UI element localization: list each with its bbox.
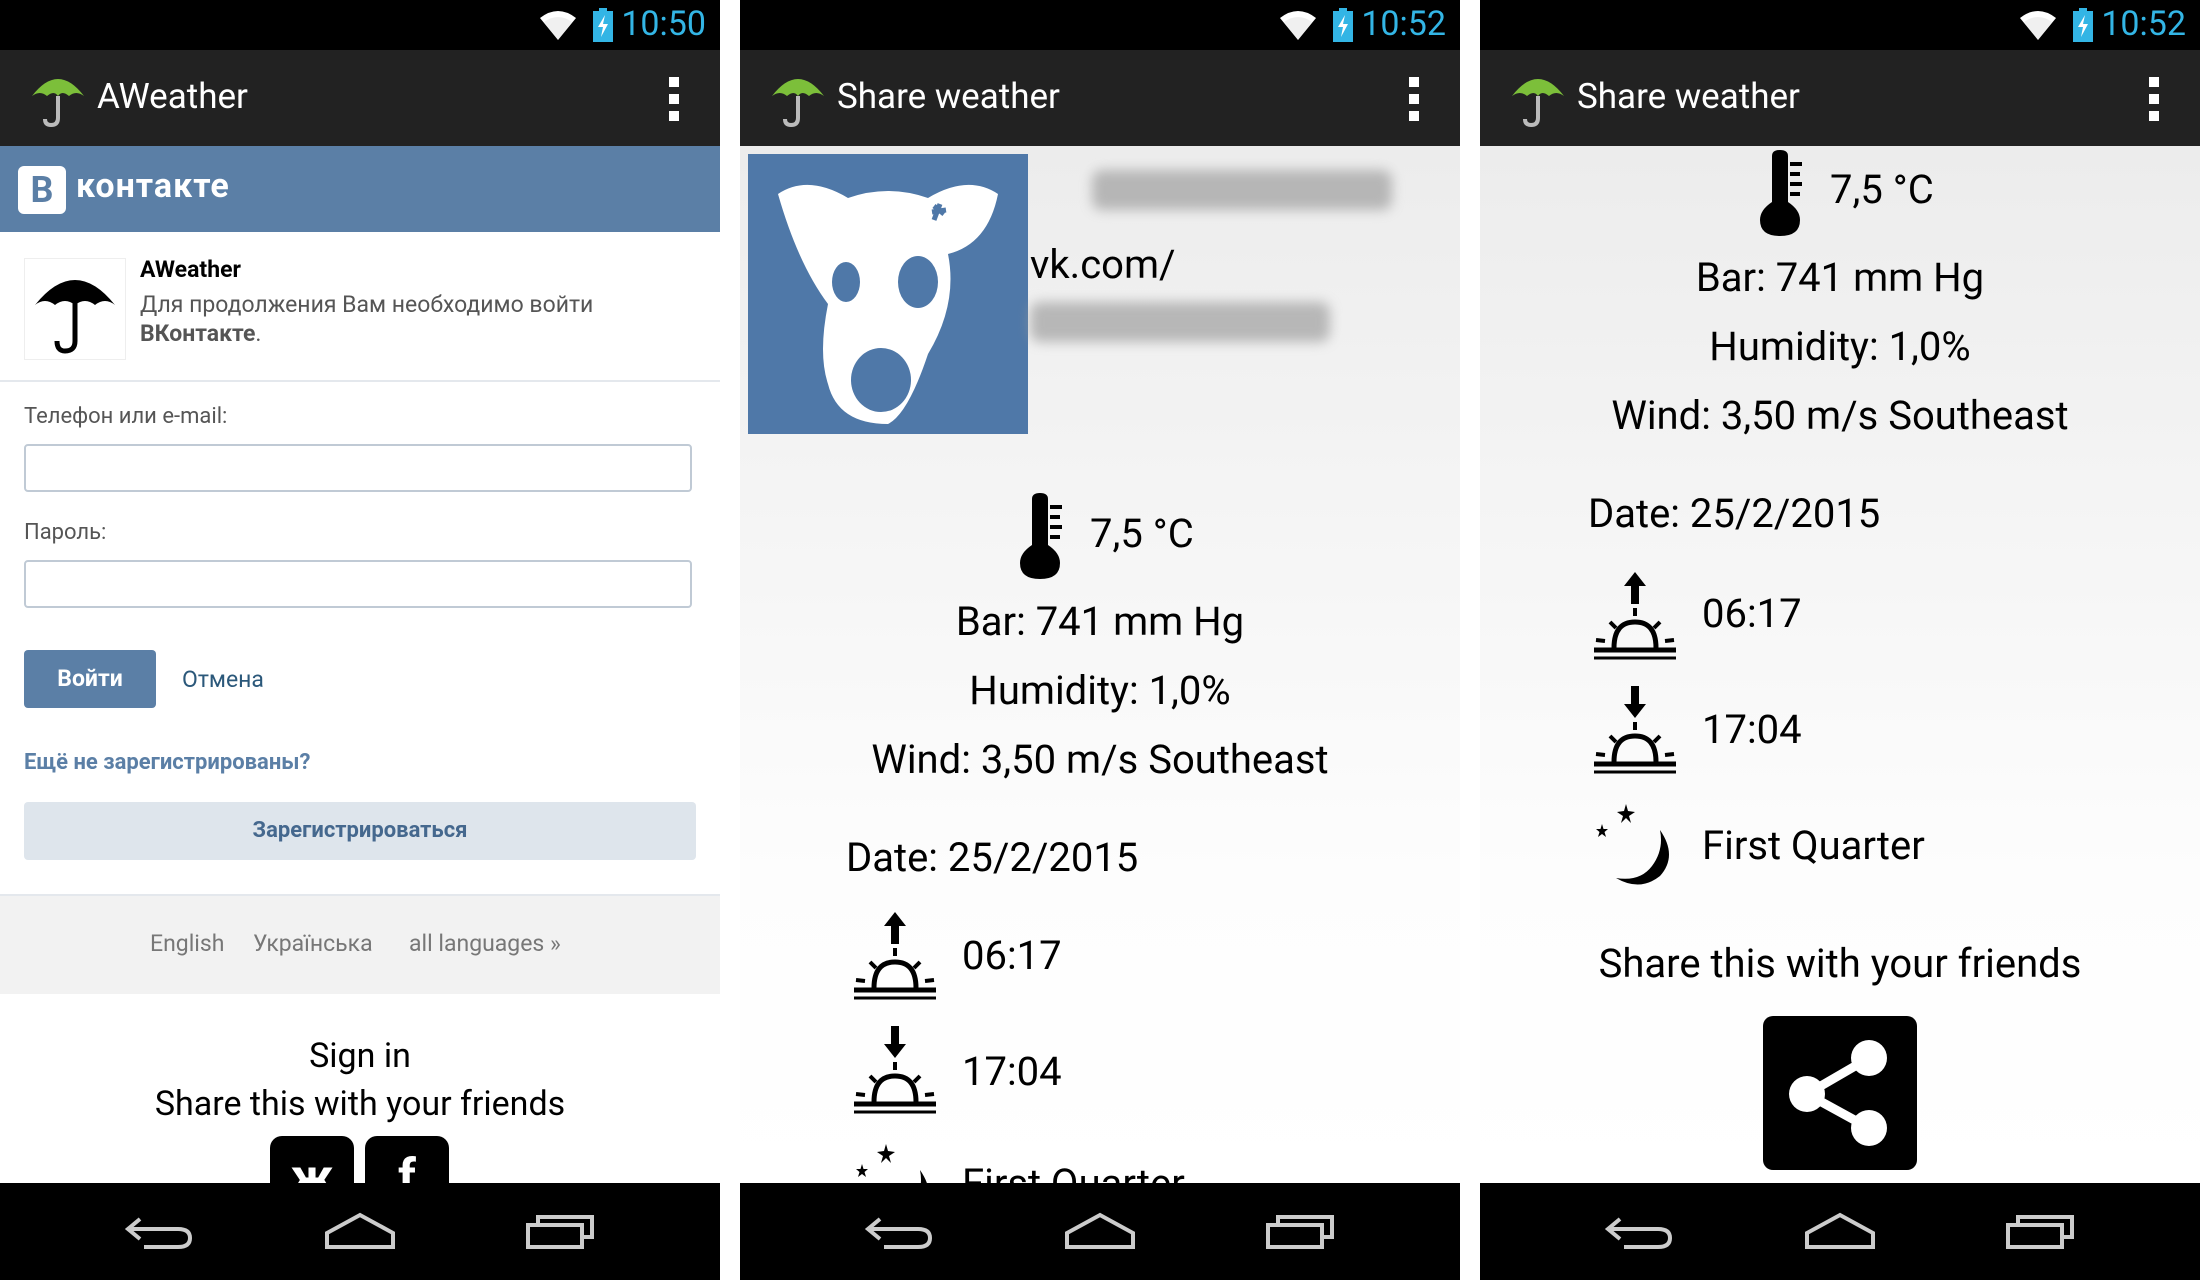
wind: Wind: 3,50 m/s Southeast <box>1611 392 2069 439</box>
status-bar: 10:52 <box>1480 0 2200 50</box>
action-bar: AWeather <box>0 50 720 146</box>
sunset-time: 17:04 <box>962 1048 1062 1095</box>
navigation-bar <box>740 1183 1460 1280</box>
vk-logo-b: B <box>18 166 66 214</box>
sign-in-text: Sign in <box>309 1036 411 1076</box>
status-time: 10:52 <box>1361 4 1446 44</box>
battery-icon <box>2072 8 2094 42</box>
desc-prefix: Для продолжения Вам необходимо войти <box>140 291 594 318</box>
screen-title: Share weather <box>1577 76 1800 117</box>
password-label: Пароль: <box>24 520 107 545</box>
status-time: 10:52 <box>2101 4 2186 44</box>
recent-apps-icon[interactable] <box>2004 1211 2078 1251</box>
not-registered-link[interactable]: Ещё не зарегистрированы? <box>24 750 310 775</box>
humidity: Humidity: 1,0% <box>969 667 1231 714</box>
status-time: 10:50 <box>621 4 706 44</box>
overflow-menu-icon[interactable] <box>2148 76 2160 122</box>
overflow-menu-icon[interactable] <box>1408 76 1420 122</box>
wind: Wind: 3,50 m/s Southeast <box>871 736 1329 783</box>
humidity: Humidity: 1,0% <box>1709 323 1971 370</box>
sunset-time: 17:04 <box>1702 706 1802 753</box>
navigation-bar <box>0 1183 720 1280</box>
thermometer-icon <box>1756 150 1806 236</box>
date: Date: 25/2/2015 <box>846 834 1139 881</box>
vk-avatar-icon <box>748 154 1028 434</box>
blurred-name <box>1092 170 1392 210</box>
vk-header: B контакте <box>0 146 720 232</box>
share-text: Share this with your friends <box>1598 940 2082 987</box>
register-button[interactable]: Зарегистрироваться <box>24 802 696 860</box>
app-description: Для продолжения Вам необходимо войти ВКо… <box>140 290 700 348</box>
thermometer-icon <box>1016 493 1066 579</box>
home-icon[interactable] <box>1063 1211 1137 1251</box>
battery-icon <box>592 8 614 42</box>
date: Date: 25/2/2015 <box>1588 490 1881 537</box>
action-bar: Share weather <box>1480 50 2200 146</box>
lang-all[interactable]: all languages » <box>409 930 561 957</box>
screen-title: Share weather <box>837 76 1060 117</box>
moon-phase-icon <box>1590 800 1680 890</box>
temperature: 7,5 °C <box>1830 166 1934 213</box>
umbrella-app-icon[interactable] <box>28 68 88 128</box>
sunset-icon <box>850 1024 940 1114</box>
sunrise-time: 06:17 <box>1702 590 1802 637</box>
overflow-menu-icon[interactable] <box>668 76 680 122</box>
navigation-bar <box>1480 1183 2200 1280</box>
home-icon[interactable] <box>323 1211 397 1251</box>
battery-icon <box>1332 8 1354 42</box>
lang-english[interactable]: English <box>150 930 224 957</box>
password-input[interactable] <box>24 560 692 608</box>
action-bar: Share weather <box>740 50 1460 146</box>
umbrella-icon <box>24 258 126 360</box>
wifi-icon <box>2018 8 2058 42</box>
sunrise-time: 06:17 <box>962 932 1062 979</box>
vk-login-screen: 10:50 AWeather B контакте AWeather Для п… <box>0 0 720 1280</box>
wifi-icon <box>1278 8 1318 42</box>
back-icon[interactable] <box>124 1211 194 1251</box>
sunset-icon <box>1590 684 1680 774</box>
blurred-username <box>1030 302 1330 342</box>
temperature: 7,5 °C <box>1090 510 1194 557</box>
sunrise-icon <box>1590 570 1680 660</box>
recent-apps-icon[interactable] <box>524 1211 598 1251</box>
app-name: AWeather <box>140 256 241 283</box>
share-weather-screen-scrolled: 10:52 Share weather 7,5 °C Bar: 741 mm H… <box>1480 0 2200 1280</box>
recent-apps-icon[interactable] <box>1264 1211 1338 1251</box>
sunrise-icon <box>850 910 940 1000</box>
share-text: Share this with your friends <box>154 1084 566 1124</box>
umbrella-app-icon[interactable] <box>1508 68 1568 128</box>
app-title: AWeather <box>97 76 248 117</box>
vk-logo-text: контакте <box>76 166 230 206</box>
lang-ukrainian[interactable]: Українська <box>253 930 373 957</box>
status-bar: 10:50 <box>0 0 720 50</box>
cancel-link[interactable]: Отмена <box>182 666 264 693</box>
pressure: Bar: 741 mm Hg <box>955 598 1245 645</box>
moon-phase: First Quarter <box>1702 822 1925 869</box>
back-icon[interactable] <box>864 1211 934 1251</box>
back-icon[interactable] <box>1604 1211 1674 1251</box>
umbrella-app-icon[interactable] <box>768 68 828 128</box>
login-button[interactable]: Войти <box>24 650 156 708</box>
home-icon[interactable] <box>1803 1211 1877 1251</box>
share-icon[interactable] <box>1763 1016 1917 1170</box>
phone-label: Телефон или e-mail: <box>24 404 228 429</box>
wifi-icon <box>538 8 578 42</box>
language-bar: English Українська all languages » <box>0 894 720 994</box>
desc-suffix: . <box>255 320 262 347</box>
profile-link[interactable]: vk.com/ <box>1030 241 1176 288</box>
status-bar: 10:52 <box>740 0 1460 50</box>
pressure: Bar: 741 mm Hg <box>1695 254 1985 301</box>
desc-vk-link[interactable]: ВКонтакте <box>140 320 255 347</box>
share-weather-screen: 10:52 Share weather vk.com/ 7,5 °C Bar: … <box>740 0 1460 1280</box>
phone-input[interactable] <box>24 444 692 492</box>
app-info-block: AWeather Для продолжения Вам необходимо … <box>0 232 720 382</box>
